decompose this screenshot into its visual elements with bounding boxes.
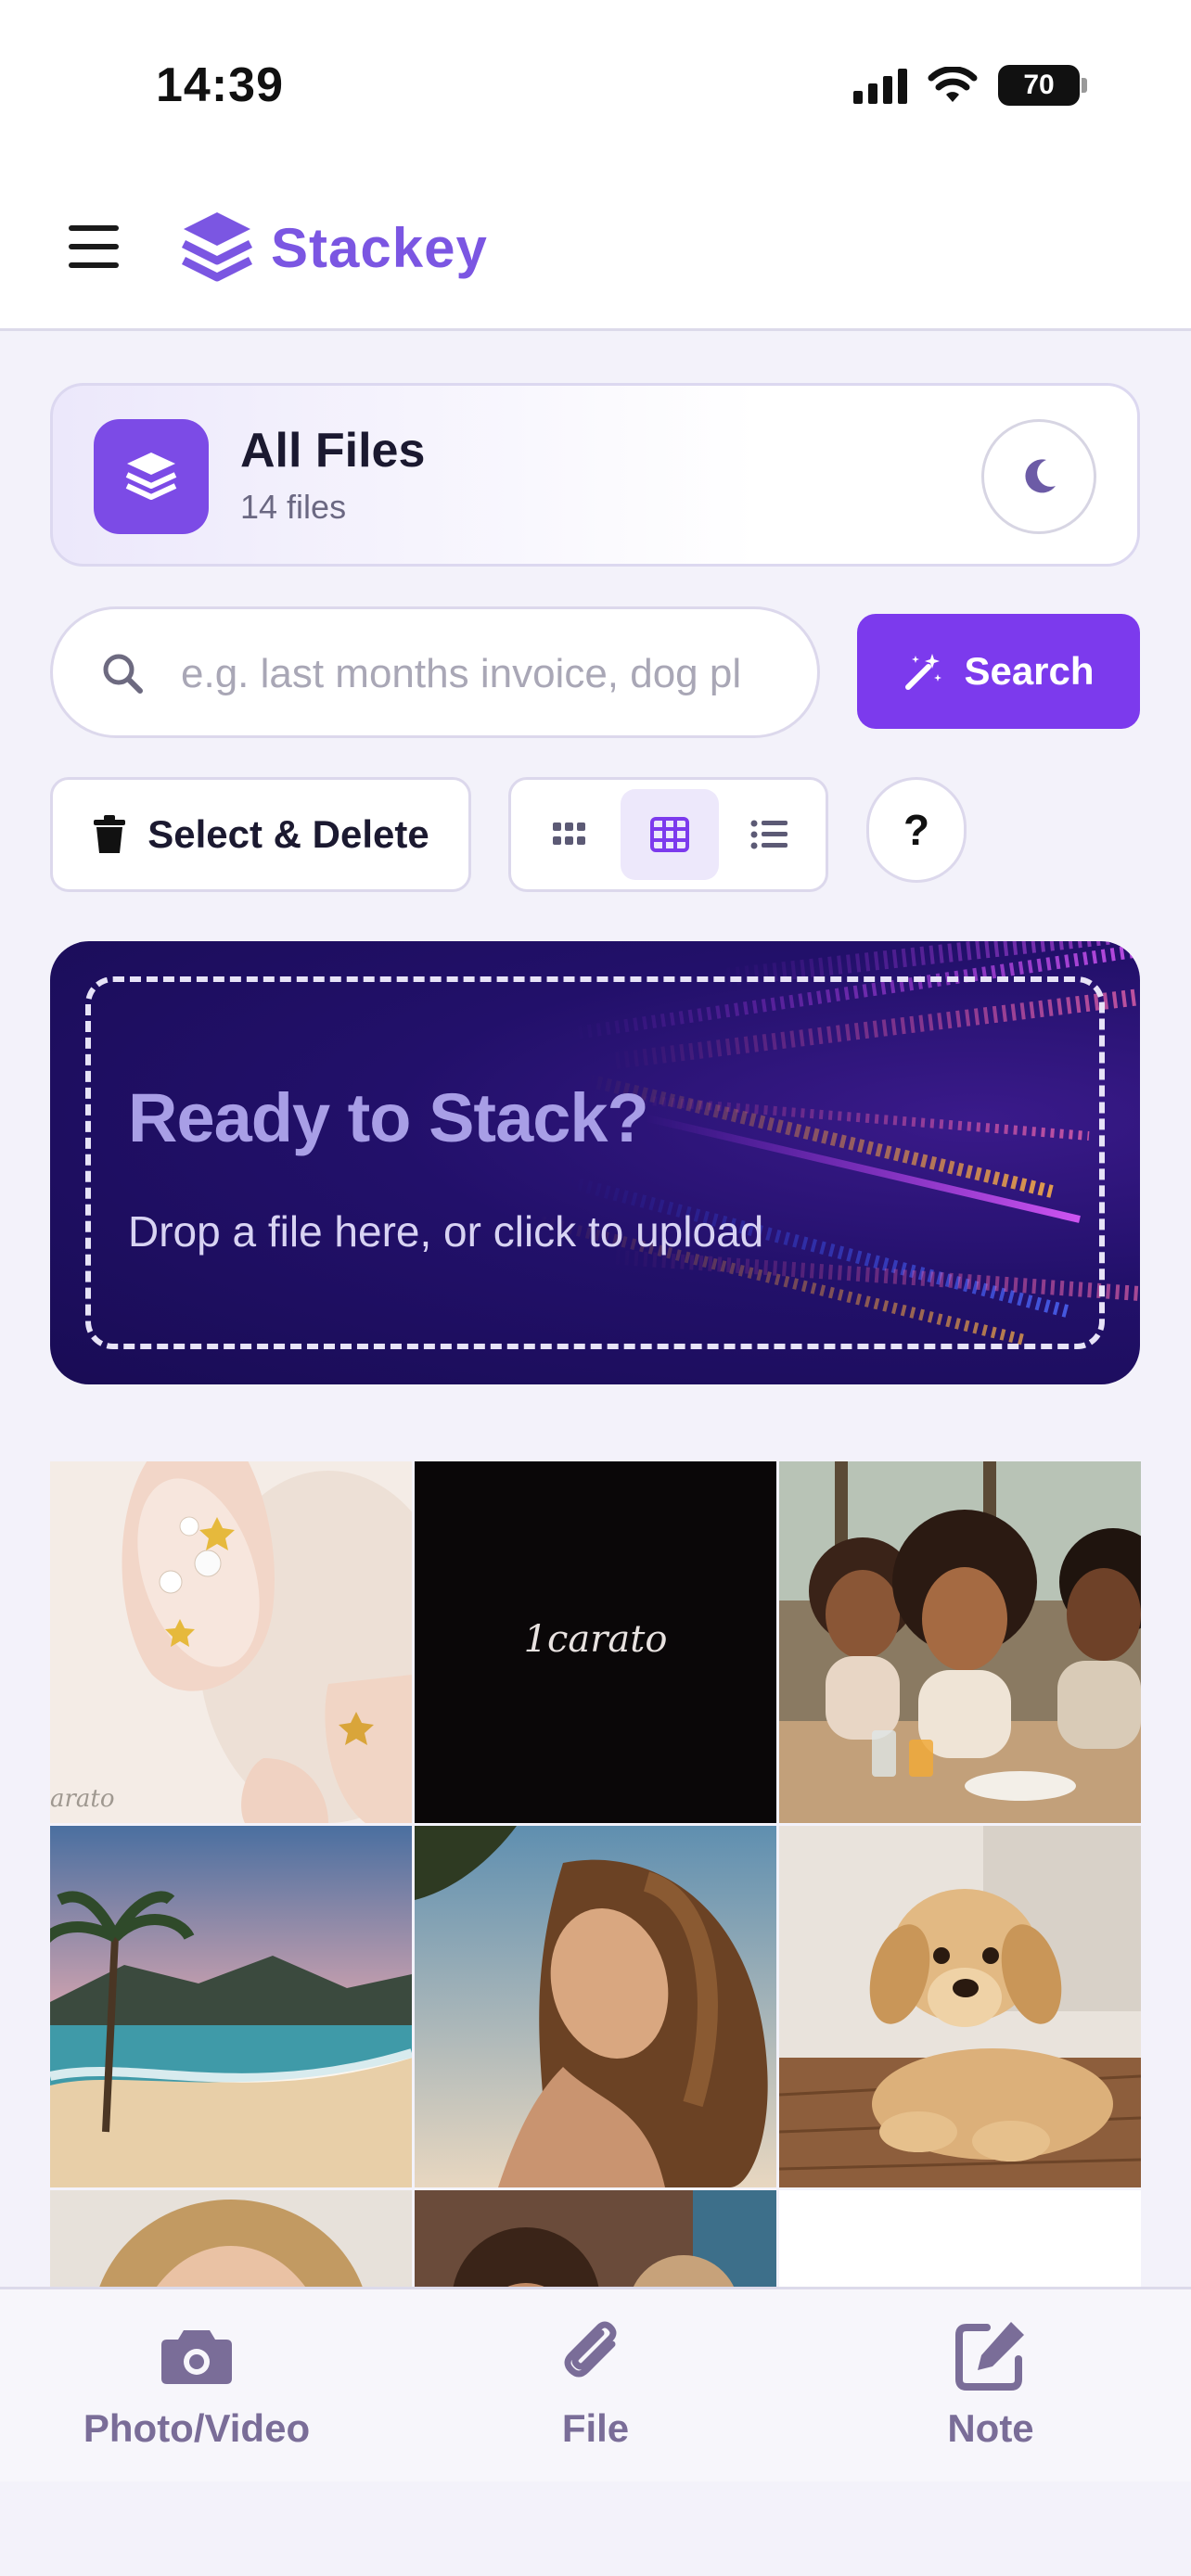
tab-label-file: File bbox=[561, 2406, 630, 2450]
status-time: 14:39 bbox=[156, 58, 284, 112]
dropzone-subtitle: Drop a file here, or click to upload bbox=[128, 1207, 764, 1256]
paperclip-icon bbox=[564, 2321, 617, 2378]
upload-dropzone[interactable]: Ready to Stack? Drop a file here, or cli… bbox=[50, 941, 1140, 1384]
tab-label-photo-video: Photo/Video bbox=[83, 2406, 311, 2450]
help-button[interactable]: ? bbox=[866, 777, 967, 883]
grid-item-friends-dining[interactable] bbox=[779, 1461, 1141, 1823]
grid-item-nail-art[interactable]: arato bbox=[50, 1461, 412, 1823]
stack-icon bbox=[94, 419, 209, 534]
list-icon bbox=[750, 820, 788, 849]
search-box bbox=[50, 606, 820, 738]
grid-item-logo[interactable]: 1carato bbox=[415, 1461, 776, 1823]
grid-item-beach-sunset[interactable] bbox=[50, 1826, 412, 2187]
app-name: Stackey bbox=[271, 216, 488, 279]
tab-label-note: Note bbox=[947, 2406, 1034, 2450]
logo-caption: 1carato bbox=[524, 1618, 668, 1661]
dark-mode-toggle[interactable] bbox=[981, 419, 1096, 534]
search-icon bbox=[103, 654, 143, 694]
friends-dining-thumbnail bbox=[779, 1461, 1141, 1823]
grid-icon bbox=[650, 817, 689, 852]
grid-view-button[interactable] bbox=[621, 789, 719, 880]
search-input[interactable] bbox=[181, 641, 793, 708]
small-grid-view-button[interactable] bbox=[520, 789, 619, 880]
status-icons: 70 bbox=[853, 65, 1087, 106]
all-files-card: All Files 14 files bbox=[50, 383, 1140, 567]
tab-file[interactable]: File bbox=[456, 2314, 735, 2451]
tab-note[interactable]: Note bbox=[852, 2314, 1130, 2451]
battery-level: 70 bbox=[1023, 70, 1055, 100]
status-bar: 14:39 70 bbox=[0, 0, 1191, 172]
files-count: 14 files bbox=[240, 488, 347, 526]
camera-icon bbox=[161, 2330, 232, 2384]
trash-icon bbox=[94, 815, 126, 853]
select-delete-label: Select & Delete bbox=[147, 812, 429, 856]
app-header: Stackey bbox=[0, 172, 1191, 331]
edit-note-icon bbox=[955, 2322, 1024, 2391]
select-delete-button[interactable]: Select & Delete bbox=[50, 777, 471, 892]
battery-icon: 70 bbox=[998, 65, 1087, 106]
grid-item-woman-beach[interactable] bbox=[415, 1826, 776, 2187]
home-indicator-area bbox=[0, 2481, 1191, 2576]
moon-icon bbox=[1025, 459, 1056, 493]
nail-caption: arato bbox=[50, 1785, 115, 1813]
search-button[interactable]: Search bbox=[857, 614, 1140, 729]
grid-item-puppy[interactable] bbox=[779, 1826, 1141, 2187]
wifi-icon bbox=[928, 67, 978, 102]
cellular-signal-icon bbox=[853, 67, 907, 104]
dropzone-border bbox=[85, 976, 1105, 1349]
logo-thumbnail: 1carato bbox=[415, 1461, 776, 1823]
magic-wand-icon bbox=[905, 654, 942, 690]
woman-beach-thumbnail bbox=[415, 1826, 776, 2187]
puppy-thumbnail bbox=[779, 1826, 1141, 2187]
beach-sunset-thumbnail bbox=[50, 1826, 412, 2187]
logo[interactable]: Stackey bbox=[180, 209, 488, 287]
files-title: All Files bbox=[240, 424, 426, 478]
stack-logo-icon bbox=[181, 212, 253, 282]
menu-icon[interactable] bbox=[69, 225, 119, 268]
tab-photo-video[interactable]: Photo/Video bbox=[58, 2314, 336, 2451]
list-view-button[interactable] bbox=[721, 789, 819, 880]
view-mode-toggle bbox=[508, 777, 828, 892]
dropzone-title: Ready to Stack? bbox=[128, 1079, 649, 1156]
bottom-tabbar: Photo/Video File Note bbox=[0, 2287, 1191, 2481]
small-grid-icon bbox=[553, 823, 585, 845]
search-button-label: Search bbox=[964, 649, 1095, 693]
nail-art-thumbnail: arato bbox=[50, 1461, 412, 1823]
